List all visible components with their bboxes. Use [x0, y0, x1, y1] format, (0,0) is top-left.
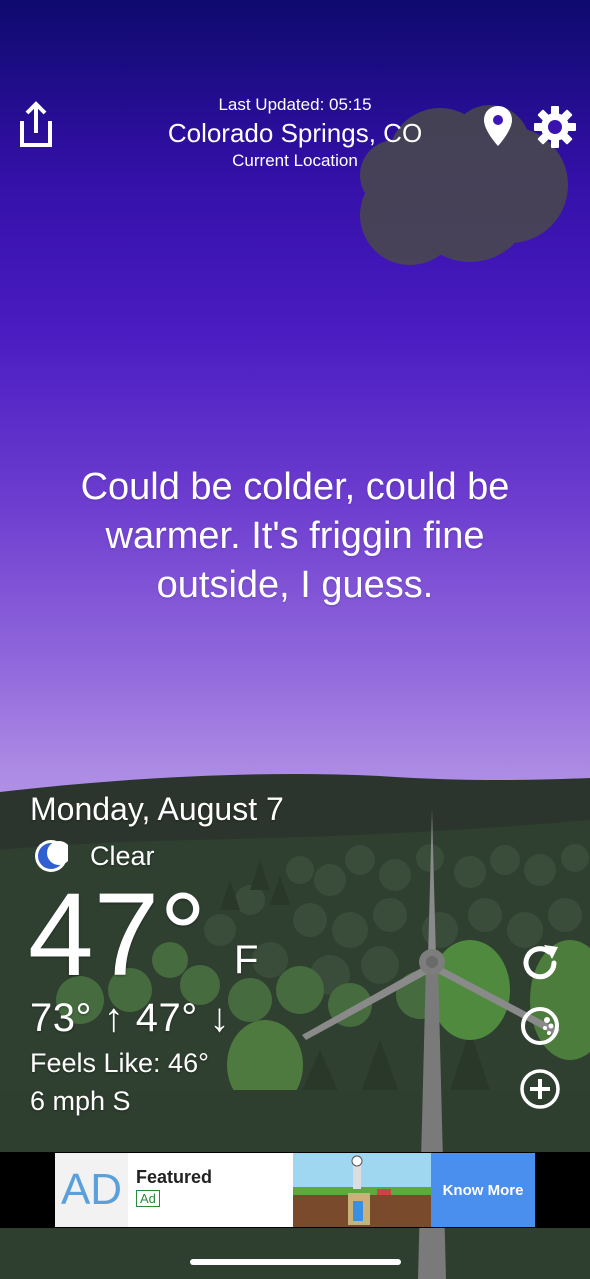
- ad-logo: AD: [55, 1153, 128, 1227]
- current-conditions: Monday, August 7 Clear 47° F 73° ↑ 47° ↓…: [28, 788, 360, 1120]
- ad-image: [293, 1153, 431, 1227]
- condition-label: Clear: [90, 840, 155, 871]
- location-subtitle: Current Location: [232, 151, 358, 170]
- temperature-row: 47° F: [28, 869, 360, 1001]
- gear-icon: [534, 106, 576, 148]
- radar-icon: [521, 1007, 559, 1045]
- settings-button[interactable]: [532, 104, 578, 150]
- high-low: 73° ↑ 47° ↓: [30, 996, 230, 1040]
- refresh-button[interactable]: [518, 941, 562, 985]
- add-icon: [520, 1069, 560, 1109]
- add-location-button[interactable]: [518, 1067, 562, 1111]
- radar-button[interactable]: [518, 1004, 562, 1048]
- weather-headline: Could be colder, could be warmer. It's f…: [80, 466, 510, 606]
- temperature-unit[interactable]: F: [234, 938, 258, 983]
- ad-know-more-button[interactable]: Know More: [431, 1153, 535, 1227]
- date-label: Monday, August 7: [30, 791, 284, 827]
- ad-text: Featured Ad: [128, 1153, 293, 1227]
- temperature-value: 47°: [28, 869, 207, 1001]
- ad-badge: Ad: [136, 1190, 160, 1207]
- location-button[interactable]: [478, 104, 518, 148]
- feels-like: Feels Like: 46°: [30, 1048, 209, 1078]
- ad-banner[interactable]: AD Featured Ad Know More: [55, 1153, 535, 1227]
- wind-speed: 6 mph S: [30, 1086, 131, 1116]
- crescent-moon-icon: [35, 840, 68, 872]
- ad-title: Featured: [136, 1167, 213, 1187]
- home-indicator[interactable]: [190, 1259, 401, 1265]
- location-pin-icon: [484, 106, 512, 146]
- refresh-icon: [523, 945, 558, 980]
